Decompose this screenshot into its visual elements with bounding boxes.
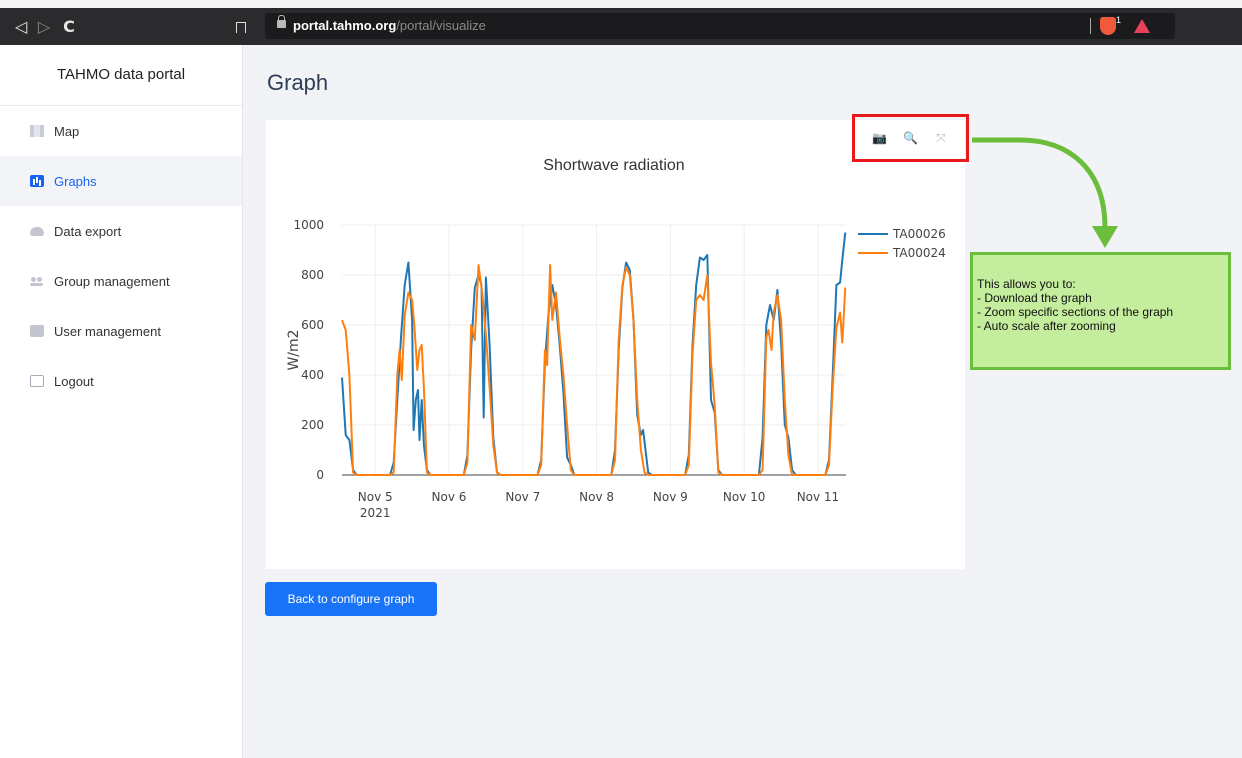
x-tick-label: Nov 5 [358, 490, 393, 504]
map-icon [30, 125, 44, 137]
sidebar-item-data-export[interactable]: Data export [0, 206, 242, 256]
sidebar-item-logout[interactable]: Logout [0, 356, 242, 406]
reload-icon[interactable]: C [58, 16, 80, 38]
bookmark-icon[interactable] [236, 22, 246, 33]
sidebar-item-map[interactable]: Map [0, 106, 242, 156]
sidebar: TAHMO data portal Map Graphs Data export… [0, 45, 243, 758]
y-tick-label: 600 [301, 318, 324, 332]
series-line-ta00026 [341, 232, 847, 476]
url-path: /portal/visualize [396, 18, 486, 33]
url-text: portal.tahmo.org/portal/visualize [293, 18, 486, 33]
legend-label: TA00024 [892, 246, 946, 260]
y-axis-label: W/m2 [286, 329, 302, 370]
sidebar-item-graphs[interactable]: Graphs [0, 156, 242, 206]
annotation-note: This allows you to: - Download the graph… [970, 252, 1231, 370]
browser-chrome: ◁ ▷ C portal.tahmo.org/portal/visualize … [0, 0, 1242, 45]
x-tick-label: Nov 8 [579, 490, 614, 504]
brand-title: TAHMO data portal [0, 45, 242, 106]
x-tick-label: Nov 7 [505, 490, 540, 504]
address-bar[interactable]: portal.tahmo.org/portal/visualize [265, 13, 1175, 39]
cloud-icon [30, 226, 44, 236]
sidebar-item-label: Logout [54, 373, 94, 389]
x-tick-label: Nov 11 [797, 490, 840, 504]
modebar-highlight [852, 114, 969, 162]
x-tick-label: Nov 9 [653, 490, 688, 504]
back-icon[interactable]: ◁ [10, 16, 32, 38]
brave-shield-count: 1 [1116, 15, 1122, 25]
x-tick-sublabel: 2021 [360, 506, 391, 520]
logout-icon [30, 375, 44, 387]
user-icon [30, 325, 44, 337]
sidebar-item-label: User management [54, 323, 161, 339]
y-tick-label: 1000 [293, 218, 324, 232]
page-title: Graph [267, 70, 329, 95]
sidebar-item-label: Data export [54, 223, 122, 239]
url-host: portal.tahmo.org [293, 18, 397, 33]
brave-shield-icon[interactable] [1100, 17, 1116, 35]
brave-rewards-icon[interactable] [1134, 19, 1150, 33]
bar-chart-icon [30, 175, 44, 187]
chart-title: Shortwave radiation [543, 157, 684, 174]
back-to-configure-button[interactable]: Back to configure graph [265, 582, 437, 616]
browser-toolbar: ◁ ▷ C portal.tahmo.org/portal/visualize … [0, 8, 1242, 45]
chart[interactable]: Shortwave radiation 0 200 400 600 800 1000 Nov … [266, 120, 965, 569]
x-tick-label: Nov 6 [432, 490, 467, 504]
sidebar-item-label: Map [54, 123, 80, 139]
annotation-text: This allows you to: - Download the graph… [977, 277, 1174, 333]
y-tick-label: 800 [301, 268, 324, 282]
y-tick-label: 400 [301, 368, 324, 382]
legend-label: TA00026 [892, 227, 946, 241]
annotation-arrow [972, 137, 1118, 248]
sidebar-item-group-management[interactable]: Group management [0, 256, 242, 306]
sidebar-item-label: Graphs [54, 173, 97, 189]
series-line-ta00024 [341, 264, 847, 476]
lock-icon [277, 15, 286, 28]
x-tick-label: Nov 10 [723, 490, 766, 504]
toolbar-separator [1090, 18, 1091, 34]
forward-icon[interactable]: ▷ [33, 16, 55, 38]
y-tick-label: 0 [316, 468, 324, 482]
group-icon [30, 275, 44, 287]
y-tick-label: 200 [301, 418, 324, 432]
sidebar-item-user-management[interactable]: User management [0, 306, 242, 356]
sidebar-item-label: Group management [54, 273, 170, 289]
